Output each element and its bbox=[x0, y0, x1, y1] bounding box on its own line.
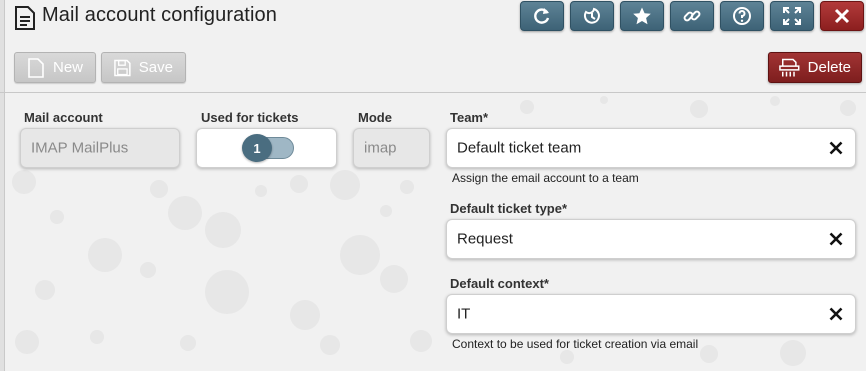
context-select[interactable]: IT bbox=[446, 294, 856, 334]
toggle-knob[interactable]: 1 bbox=[242, 134, 272, 162]
moon-icon bbox=[583, 7, 600, 24]
history-button[interactable] bbox=[570, 1, 614, 31]
refresh-button[interactable] bbox=[520, 1, 564, 31]
ticket-type-value: Request bbox=[457, 230, 513, 248]
mail-account-field[interactable]: IMAP MailPlus bbox=[20, 128, 180, 168]
link-icon bbox=[683, 10, 701, 22]
mode-label: Mode bbox=[358, 110, 392, 125]
help-button[interactable] bbox=[720, 1, 764, 31]
team-help-text: Assign the email account to a team bbox=[452, 171, 639, 185]
document-icon bbox=[15, 6, 35, 30]
mail-account-value: IMAP MailPlus bbox=[31, 139, 129, 157]
star-icon bbox=[633, 7, 651, 25]
ticket-type-select[interactable]: Request bbox=[446, 219, 856, 259]
used-for-tickets-label: Used for tickets bbox=[201, 110, 299, 125]
new-button[interactable]: New bbox=[14, 52, 96, 83]
used-for-tickets-field: 1 bbox=[196, 128, 337, 168]
fullscreen-button[interactable] bbox=[770, 1, 814, 31]
save-button-label: Save bbox=[138, 59, 173, 76]
close-icon bbox=[834, 8, 850, 24]
new-document-icon bbox=[28, 57, 44, 78]
context-value: IT bbox=[457, 305, 471, 323]
header-divider bbox=[0, 92, 866, 93]
mail-account-label: Mail account bbox=[24, 110, 103, 125]
favorite-button[interactable] bbox=[620, 1, 664, 31]
team-label: Team* bbox=[450, 110, 489, 125]
new-button-label: New bbox=[52, 59, 83, 76]
save-icon bbox=[114, 59, 131, 76]
delete-button-label: Delete bbox=[807, 59, 851, 76]
page-header: Mail account configuration New Save Dele… bbox=[0, 0, 866, 92]
mode-field[interactable]: imap bbox=[353, 128, 430, 168]
team-select[interactable]: Default ticket team bbox=[446, 128, 856, 168]
link-button[interactable] bbox=[670, 1, 714, 31]
shredder-icon bbox=[779, 58, 800, 76]
save-button[interactable]: Save bbox=[101, 52, 186, 83]
context-help-text: Context to be used for ticket creation v… bbox=[452, 337, 699, 351]
mode-value: imap bbox=[364, 139, 397, 157]
header-icon-bar bbox=[520, 1, 864, 31]
context-clear-icon[interactable] bbox=[829, 307, 843, 321]
team-value: Default ticket team bbox=[457, 139, 582, 157]
page-title: Mail account configuration bbox=[42, 4, 277, 26]
ticket-type-clear-icon[interactable] bbox=[829, 232, 843, 246]
team-clear-icon[interactable] bbox=[829, 141, 843, 155]
close-button[interactable] bbox=[820, 1, 864, 31]
fullscreen-icon bbox=[783, 7, 801, 25]
help-icon bbox=[733, 7, 751, 25]
delete-button[interactable]: Delete bbox=[768, 52, 862, 83]
context-label: Default context* bbox=[450, 276, 549, 291]
refresh-icon bbox=[534, 8, 550, 24]
ticket-type-label: Default ticket type* bbox=[450, 201, 568, 216]
